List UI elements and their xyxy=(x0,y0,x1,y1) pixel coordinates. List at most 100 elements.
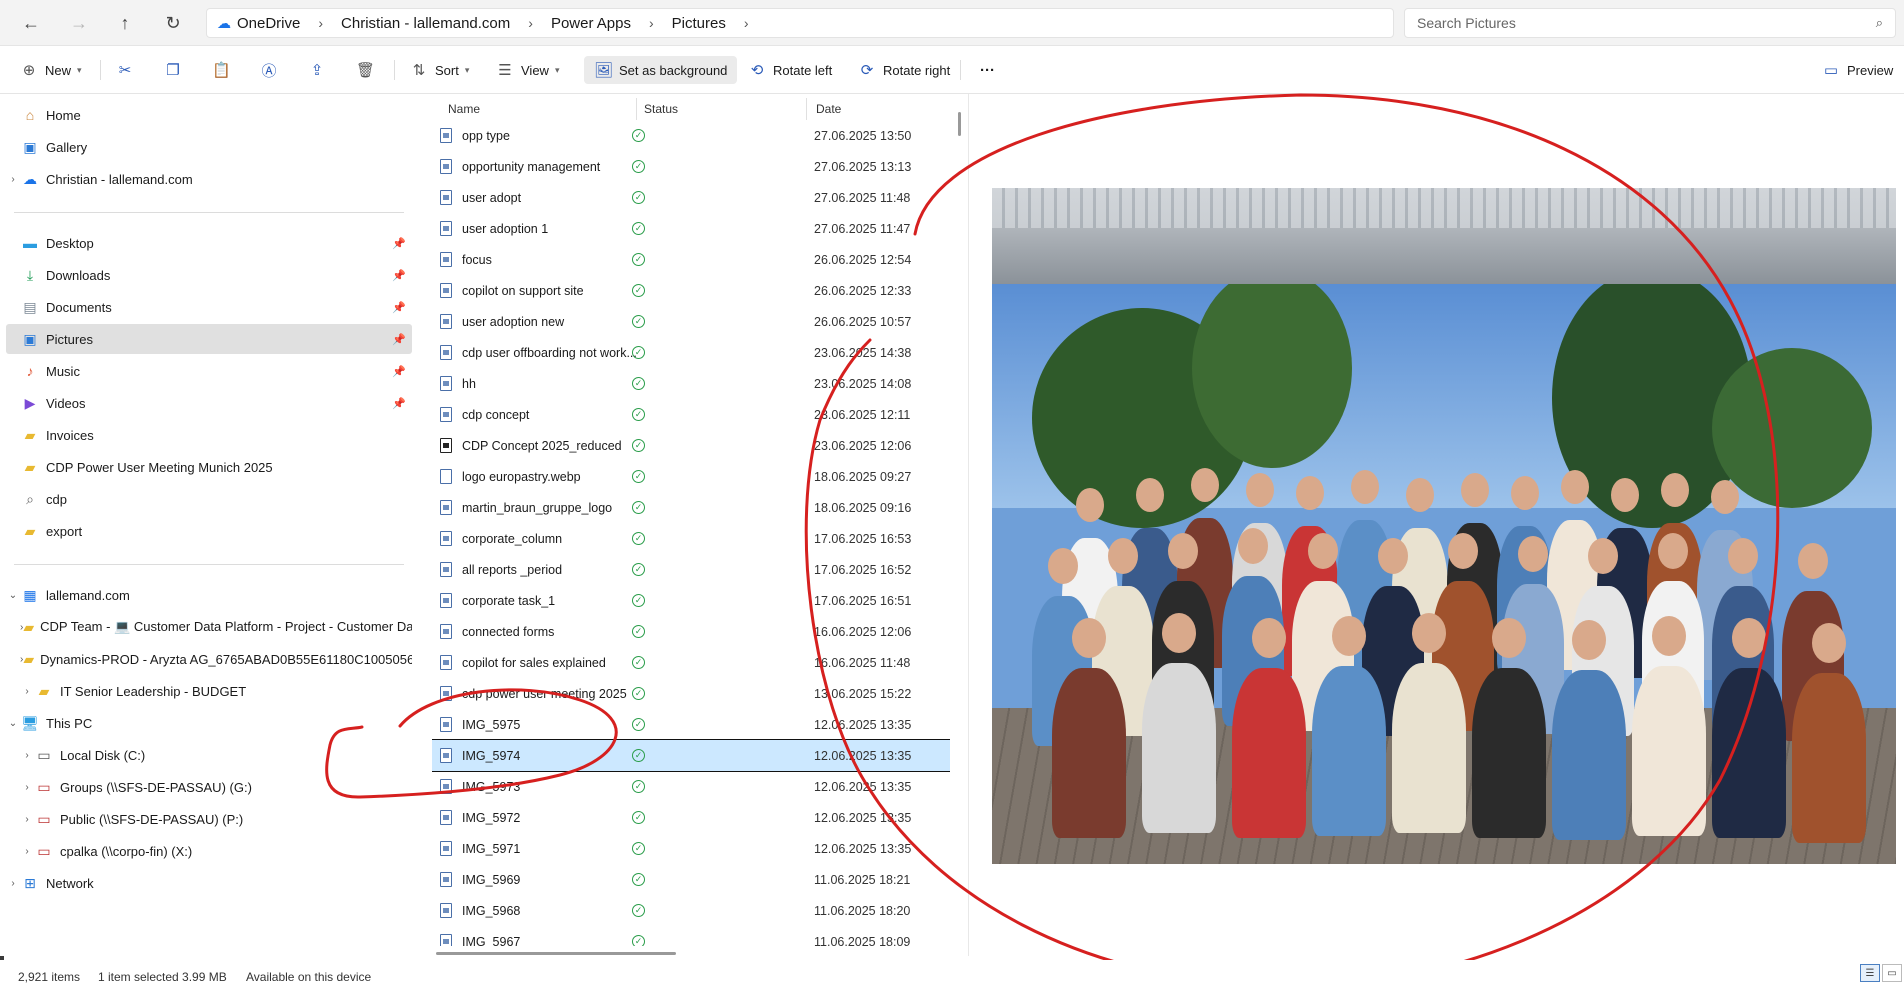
chevron-right-icon[interactable]: › xyxy=(528,15,533,31)
file-row[interactable]: opp type ✓ 27.06.2025 13:50 xyxy=(432,120,950,151)
file-row[interactable]: all reports _period ✓ 17.06.2025 16:52 xyxy=(432,554,950,585)
breadcrumb-power-apps[interactable]: Power Apps xyxy=(551,15,631,32)
sidebar-item-cdp-search[interactable]: ⌕ cdp xyxy=(6,484,412,514)
more-options-button[interactable]: ··· xyxy=(980,56,995,84)
sidebar-item-music[interactable]: ♪ Music 📌 xyxy=(6,356,412,386)
sidebar-item-gallery[interactable]: ▣ Gallery xyxy=(6,132,412,162)
sidebar-item-videos[interactable]: ▶ Videos 📌 xyxy=(6,388,412,418)
cut-button[interactable]: ✂ xyxy=(116,56,141,84)
file-row[interactable]: copilot on support site ✓ 26.06.2025 12:33 xyxy=(432,275,950,306)
sidebar-item-downloads[interactable]: ⤓ Downloads 📌 xyxy=(6,260,412,290)
sort-button[interactable]: ⇅ Sort ▾ xyxy=(410,56,470,84)
back-button[interactable]: ← xyxy=(18,11,44,35)
file-row[interactable]: opportunity management ✓ 27.06.2025 13:13 xyxy=(432,151,950,182)
tiles-view-button[interactable]: ▭ xyxy=(1882,964,1902,982)
pin-icon[interactable]: 📌 xyxy=(392,237,406,250)
file-row[interactable]: hh ✓ 23.06.2025 14:08 xyxy=(432,368,950,399)
column-header-date[interactable]: Date xyxy=(816,98,841,120)
sidebar-item-groups-drive[interactable]: › ▭ Groups (\\SFS-DE-PASSAU) (G:) xyxy=(6,772,412,802)
sidebar-item-documents[interactable]: ▤ Documents 📌 xyxy=(6,292,412,322)
file-row[interactable]: IMG_5975 ✓ 12.06.2025 13:35 xyxy=(432,709,950,740)
pane-divider[interactable] xyxy=(968,94,969,956)
sidebar-item-dynamics[interactable]: › ▰ Dynamics-PROD - Aryzta AG_6765ABAD0B… xyxy=(6,644,412,674)
search-input[interactable] xyxy=(1417,15,1876,31)
sidebar-item-cpalka-drive[interactable]: › ▭ cpalka (\\corpo-fin) (X:) xyxy=(6,836,412,866)
file-row[interactable]: user adopt ✓ 27.06.2025 11:48 xyxy=(432,182,950,213)
up-button[interactable]: ↑ xyxy=(112,11,138,35)
chevron-down-icon[interactable]: ⌄ xyxy=(6,590,20,601)
paste-button[interactable]: 📋 xyxy=(212,56,237,84)
sidebar-item-local-disk[interactable]: › ▭ Local Disk (C:) xyxy=(6,740,412,770)
file-row[interactable]: martin_braun_gruppe_logo ✓ 18.06.2025 09:1… xyxy=(432,492,950,523)
file-row[interactable]: IMG_5967 ✓ 11.06.2025 18:09 xyxy=(432,926,950,946)
details-view-button[interactable]: ☰ xyxy=(1860,964,1880,982)
sidebar-item-public-drive[interactable]: › ▭ Public (\\SFS-DE-PASSAU) (P:) xyxy=(6,804,412,834)
chevron-right-icon[interactable]: › xyxy=(20,846,34,857)
set-as-background-button[interactable]: 🖼 Set as background xyxy=(584,56,738,84)
breadcrumb[interactable]: ☁ OneDrive › Christian - lallemand.com ›… xyxy=(206,8,1394,38)
sidebar-item-it-senior[interactable]: › ▰ IT Senior Leadership - BUDGET xyxy=(6,676,412,706)
file-row[interactable]: cdp user offboarding not work... ✓ 23.06.2… xyxy=(432,337,950,368)
column-header-status[interactable]: Status xyxy=(644,98,678,120)
file-row[interactable]: connected forms ✓ 16.06.2025 12:06 xyxy=(432,616,950,647)
pin-icon[interactable]: 📌 xyxy=(392,269,406,282)
delete-button[interactable]: 🗑 xyxy=(356,56,381,84)
sidebar-item-cdp-team[interactable]: › ▰ CDP Team - 💻 Customer Data Platform … xyxy=(6,612,412,642)
chevron-right-icon[interactable]: › xyxy=(20,782,34,793)
refresh-button[interactable]: ↻ xyxy=(160,11,186,35)
preview-button[interactable]: ▭ Preview xyxy=(1822,56,1893,84)
rotate-left-button[interactable]: ⟲ Rotate left xyxy=(748,56,833,84)
view-button[interactable]: ☰ View ▾ xyxy=(496,56,559,84)
pin-icon[interactable]: 📌 xyxy=(392,397,406,410)
pin-icon[interactable]: 📌 xyxy=(392,365,406,378)
sidebar-item-home[interactable]: ⌂ Home xyxy=(6,100,412,130)
chevron-right-icon[interactable]: › xyxy=(20,814,34,825)
sidebar-item-network[interactable]: › ⊞ Network xyxy=(6,868,412,898)
column-header-name[interactable]: Name xyxy=(448,98,480,120)
rename-button[interactable]: Ⓐ xyxy=(260,56,285,84)
file-row[interactable]: focus ✓ 26.06.2025 12:54 xyxy=(432,244,950,275)
sidebar-item-lallemand[interactable]: ⌄ ▦ lallemand.com xyxy=(6,580,412,610)
file-row[interactable]: IMG_5968 ✓ 11.06.2025 18:20 xyxy=(432,895,950,926)
breadcrumb-pictures[interactable]: Pictures xyxy=(672,15,726,32)
file-row[interactable]: copilot for sales explained ✓ 16.06.2025 1… xyxy=(432,647,950,678)
search-box[interactable]: ⌕ xyxy=(1404,8,1896,38)
file-row[interactable]: IMG_5971 ✓ 12.06.2025 13:35 xyxy=(432,833,950,864)
file-row[interactable]: user adoption 1 ✓ 27.06.2025 11:47 xyxy=(432,213,950,244)
file-row[interactable]: CDP Concept 2025_reduced ✓ 23.06.2025 12:0… xyxy=(432,430,950,461)
file-row[interactable]: user adoption new ✓ 26.06.2025 10:57 xyxy=(432,306,950,337)
file-row[interactable]: cdp power user meeting 2025 ✓ 13.06.2025 1… xyxy=(432,678,950,709)
file-row[interactable]: corporate task_1 ✓ 17.06.2025 16:51 xyxy=(432,585,950,616)
file-row[interactable]: IMG_5973 ✓ 12.06.2025 13:35 xyxy=(432,771,950,802)
sidebar-item-this-pc[interactable]: ⌄ 🖥 This PC xyxy=(6,708,412,738)
chevron-right-icon[interactable]: › xyxy=(649,15,654,31)
chevron-down-icon[interactable]: ⌄ xyxy=(6,718,20,729)
chevron-right-icon[interactable]: › xyxy=(318,15,323,31)
sidebar-item-export[interactable]: ▰ export xyxy=(6,516,412,546)
breadcrumb-onedrive[interactable]: OneDrive xyxy=(237,15,300,32)
sidebar-item-cdp-meeting[interactable]: ▰ CDP Power User Meeting Munich 2025 xyxy=(6,452,412,482)
chevron-right-icon[interactable]: › xyxy=(744,15,749,31)
file-row[interactable]: IMG_5974 ✓ 12.06.2025 13:35 xyxy=(432,739,950,772)
forward-button[interactable]: → xyxy=(66,11,92,35)
chevron-right-icon[interactable]: › xyxy=(20,686,34,697)
breadcrumb-account[interactable]: Christian - lallemand.com xyxy=(341,15,510,32)
horizontal-scrollbar-thumb[interactable] xyxy=(436,952,676,955)
chevron-right-icon[interactable]: › xyxy=(6,174,20,185)
pin-icon[interactable]: 📌 xyxy=(392,333,406,346)
file-row[interactable]: corporate_column ✓ 17.06.2025 16:53 xyxy=(432,523,950,554)
new-button[interactable]: ⊕ New ▾ xyxy=(20,56,82,84)
file-row[interactable]: logo europastry.webp ✓ 18.06.2025 09:27 xyxy=(432,461,950,492)
sidebar-item-desktop[interactable]: ▬ Desktop 📌 xyxy=(6,228,412,258)
file-row[interactable]: IMG_5972 ✓ 12.06.2025 13:35 xyxy=(432,802,950,833)
vertical-scrollbar-thumb[interactable] xyxy=(958,112,961,136)
pin-icon[interactable]: 📌 xyxy=(392,301,406,314)
rotate-right-button[interactable]: ⟳ Rotate right xyxy=(858,56,951,84)
chevron-right-icon[interactable]: › xyxy=(6,878,20,889)
sidebar-item-onedrive[interactable]: › ☁ Christian - lallemand.com xyxy=(6,164,412,194)
column-divider[interactable] xyxy=(636,98,637,120)
column-divider[interactable] xyxy=(806,98,807,120)
share-button[interactable]: ⇪ xyxy=(308,56,333,84)
chevron-right-icon[interactable]: › xyxy=(20,750,34,761)
file-row[interactable]: IMG_5969 ✓ 11.06.2025 18:21 xyxy=(432,864,950,895)
